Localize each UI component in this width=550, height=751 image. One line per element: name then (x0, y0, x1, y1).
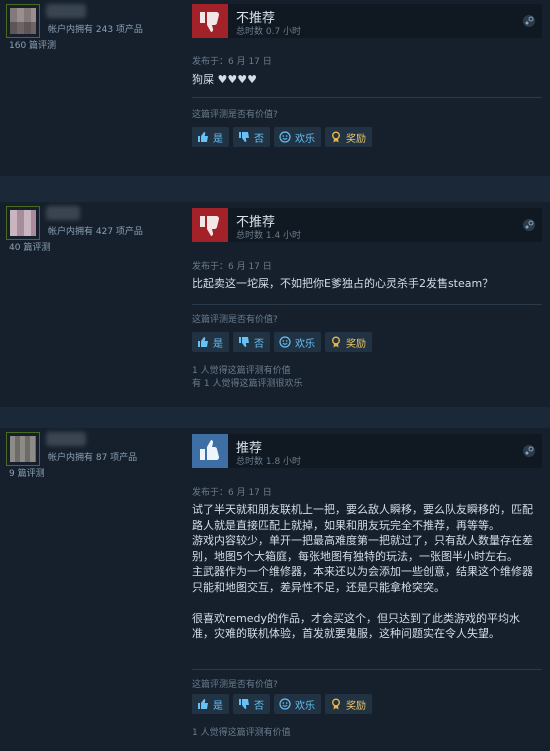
award-icon (332, 336, 340, 348)
products-owned[interactable]: 帐户内拥有 87 项产品 (48, 450, 137, 463)
vote-yes-label: 是 (213, 133, 223, 145)
thumbs-up-icon (198, 699, 208, 709)
vote-buttons: 是 否 欢乐 奖励 (192, 694, 372, 714)
playtime: 总时数 1.4 小时 (236, 231, 302, 241)
thumbs-down-icon (239, 699, 249, 709)
products-owned[interactable]: 帐户内拥有 243 项产品 (48, 22, 143, 35)
smiley-icon (279, 698, 291, 710)
products-owned[interactable]: 帐户内拥有 427 项产品 (48, 224, 143, 237)
review-count[interactable]: 40 篇评测 (9, 240, 50, 253)
review-paragraph: 比起卖这一坨屎，不如把你E爹独占的心灵杀手2发售steam？ (192, 277, 494, 290)
thumbs-up-icon (198, 337, 208, 347)
vote-funny-button[interactable]: 欢乐 (274, 332, 321, 352)
reviewer-name-blurred[interactable] (46, 206, 80, 220)
helpful-stats: 1 人觉得这篇评测有价值 有 1 人觉得这篇评测很欢乐 (192, 365, 302, 391)
helpful-count: 1 人觉得这篇评测有价值 (192, 366, 291, 376)
steam-icon (523, 219, 535, 231)
thumbs-down-icon (192, 4, 228, 38)
steam-icon (523, 445, 535, 457)
vote-funny-button[interactable]: 欢乐 (274, 127, 321, 147)
review-content: 比起卖这一坨屎，不如把你E爹独占的心灵杀手2发售steam？ (192, 276, 542, 292)
vote-no-label: 否 (254, 338, 264, 350)
playtime: 总时数 1.8 小时 (236, 457, 302, 467)
review-paragraph: 狗屎 ♥♥♥♥ (192, 73, 257, 86)
playtime: 总时数 0.7 小时 (236, 27, 302, 37)
review-paragraph: 游戏内容较少，单开一把最高难度第一把就过了，只有敌人数量存在差别，地图5个大箱庭… (192, 534, 533, 563)
vote-yes-button[interactable]: 是 (192, 694, 229, 714)
review-paragraph: 试了半天就和朋友联机上一把，要么敌人瞬移，要么队友瞬移的，匹配路人就是直接匹配上… (192, 503, 533, 532)
vote-header[interactable]: 不推荐 总时数 0.7 小时 (192, 4, 542, 38)
review-content: 试了半天就和朋友联机上一把，要么敌人瞬移，要么队友瞬移的，匹配路人就是直接匹配上… (192, 502, 542, 642)
vote-funny-label: 欢乐 (295, 133, 315, 145)
avatar[interactable] (6, 432, 40, 466)
vote-yes-button[interactable]: 是 (192, 127, 229, 147)
award-label: 奖励 (346, 338, 366, 350)
smiley-icon (279, 131, 291, 143)
helpful-question: 这篇评测是否有价值? (192, 315, 278, 325)
helpful-question: 这篇评测是否有价值? (192, 110, 278, 120)
vote-yes-label: 是 (213, 700, 223, 712)
vote-no-label: 否 (254, 700, 264, 712)
thumbs-down-icon (192, 208, 228, 242)
divider (192, 97, 542, 98)
avatar[interactable] (6, 206, 40, 240)
reviewer-name-blurred[interactable] (46, 432, 86, 446)
vote-no-button[interactable]: 否 (233, 127, 270, 147)
thumbs-up-icon (192, 434, 228, 468)
award-label: 奖励 (346, 700, 366, 712)
vote-yes-button[interactable]: 是 (192, 332, 229, 352)
vote-yes-label: 是 (213, 338, 223, 350)
steam-icon (523, 15, 535, 27)
review-paragraph: 很喜欢remedy的作品，才会买这个，但只达到了此类游戏的平均水准，灾难的联机体… (192, 611, 521, 641)
award-button[interactable]: 奖励 (325, 332, 372, 352)
award-label: 奖励 (346, 133, 366, 145)
review-separator (0, 176, 550, 202)
award-icon (332, 698, 340, 710)
review-separator (0, 407, 550, 428)
vote-header[interactable]: 推荐 总时数 1.8 小时 (192, 434, 542, 468)
posted-date: 发布于：6 月 17 日 (192, 57, 272, 67)
vote-funny-label: 欢乐 (295, 700, 315, 712)
thumbs-up-icon (198, 132, 208, 142)
vote-funny-label: 欢乐 (295, 338, 315, 350)
divider (192, 304, 542, 305)
award-button[interactable]: 奖励 (325, 127, 372, 147)
smiley-icon (279, 336, 291, 348)
vote-no-button[interactable]: 否 (233, 332, 270, 352)
posted-date: 发布于：6 月 17 日 (192, 262, 272, 272)
helpful-stats: 1 人觉得这篇评测有价值 (192, 727, 291, 740)
review-card: 帐户内拥有 87 项产品 9 篇评测 推荐 总时数 1.8 小时 发布于：6 月… (0, 428, 550, 751)
vote-no-button[interactable]: 否 (233, 694, 270, 714)
helpful-question: 这篇评测是否有价值? (192, 680, 278, 690)
review-content: 狗屎 ♥♥♥♥ (192, 72, 542, 88)
vote-no-label: 否 (254, 133, 264, 145)
award-button[interactable]: 奖励 (325, 694, 372, 714)
divider (192, 669, 542, 670)
avatar[interactable] (6, 4, 40, 38)
posted-date: 发布于：6 月 17 日 (192, 488, 272, 498)
review-count[interactable]: 160 篇评测 (9, 38, 56, 51)
award-icon (332, 131, 340, 143)
helpful-count: 1 人觉得这篇评测有价值 (192, 728, 291, 738)
review-count[interactable]: 9 篇评测 (9, 466, 45, 479)
review-card: 帐户内拥有 427 项产品 40 篇评测 不推荐 总时数 1.4 小时 发布于：… (0, 202, 550, 407)
funny-count: 有 1 人觉得这篇评测很欢乐 (192, 379, 303, 389)
thumbs-down-icon (239, 337, 249, 347)
vote-funny-button[interactable]: 欢乐 (274, 694, 321, 714)
review-paragraph: 主武器作为一个维修器，本来还以为会添加一些创意，结果这个维修器只能和地图交互，差… (192, 565, 533, 594)
vote-buttons: 是 否 欢乐 奖励 (192, 127, 372, 147)
review-paragraph-spacer (192, 595, 542, 611)
vote-header[interactable]: 不推荐 总时数 1.4 小时 (192, 208, 542, 242)
reviewer-name-blurred[interactable] (46, 4, 86, 18)
thumbs-down-icon (239, 132, 249, 142)
vote-buttons: 是 否 欢乐 奖励 (192, 332, 372, 352)
review-card: 帐户内拥有 243 项产品 160 篇评测 不推荐 总时数 0.7 小时 发布于… (0, 0, 550, 176)
